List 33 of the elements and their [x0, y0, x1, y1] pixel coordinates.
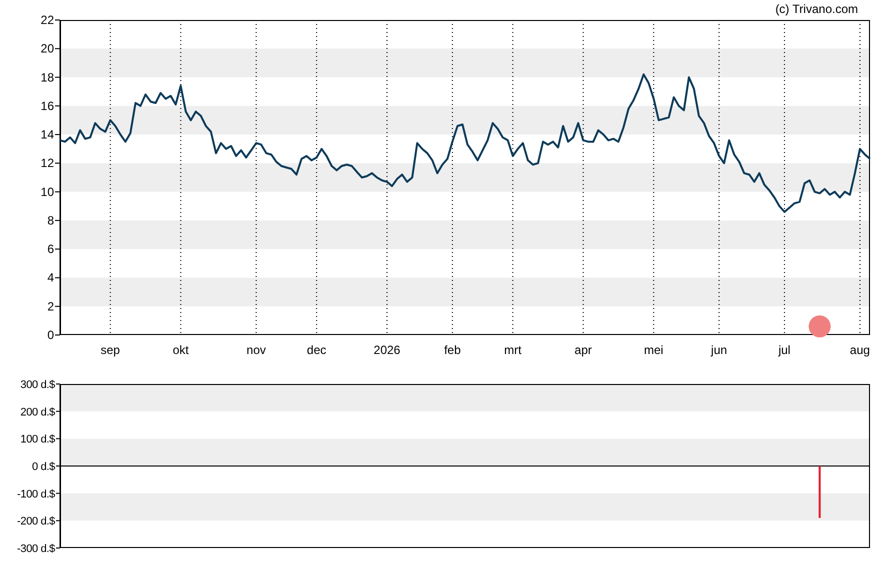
y-axis-label: 0 d.$: [32, 461, 55, 473]
x-axis-label: nov: [246, 343, 266, 357]
y-axis-label: 200 d.$: [20, 406, 55, 418]
y-axis-label: 22: [40, 13, 54, 27]
y-axis-label: 20: [40, 42, 54, 56]
y-axis-label: -100 d.$: [17, 488, 55, 500]
y-axis-label: 8: [47, 213, 54, 228]
x-axis-label: sep: [100, 343, 120, 357]
y-axis-label: 6: [47, 242, 54, 256]
y-axis-label: 4: [47, 270, 54, 285]
y-axis-label: -300 d.$: [17, 543, 55, 555]
flow-bar: [818, 466, 821, 518]
y-axis-label: 18: [40, 70, 54, 84]
x-axis-label: 2026: [374, 343, 400, 357]
y-axis-label: 12: [40, 156, 54, 170]
copyright-text: (c) Trivano.com: [775, 2, 858, 16]
y-axis-label: 100 d.$: [20, 434, 55, 446]
x-axis-label: apr: [574, 343, 592, 357]
x-axis-label: jul: [778, 343, 790, 357]
y-axis-label: 300 d.$: [20, 379, 55, 391]
x-axis-label: mei: [644, 343, 664, 357]
x-axis-label: dec: [306, 343, 326, 357]
y-axis-label: -200 d.$: [17, 516, 55, 528]
y-axis-label: 16: [40, 98, 54, 113]
x-axis-label: jun: [711, 343, 728, 357]
y-axis-label: 10: [40, 184, 54, 199]
x-axis-label: feb: [444, 343, 461, 357]
x-axis-label: mrt: [504, 343, 522, 357]
y-axis-label: 2: [47, 299, 54, 314]
x-axis-label: aug: [850, 343, 870, 357]
y-axis-label: 14: [40, 128, 54, 142]
x-axis-label: okt: [172, 343, 189, 357]
y-axis-label: 0: [47, 328, 54, 342]
